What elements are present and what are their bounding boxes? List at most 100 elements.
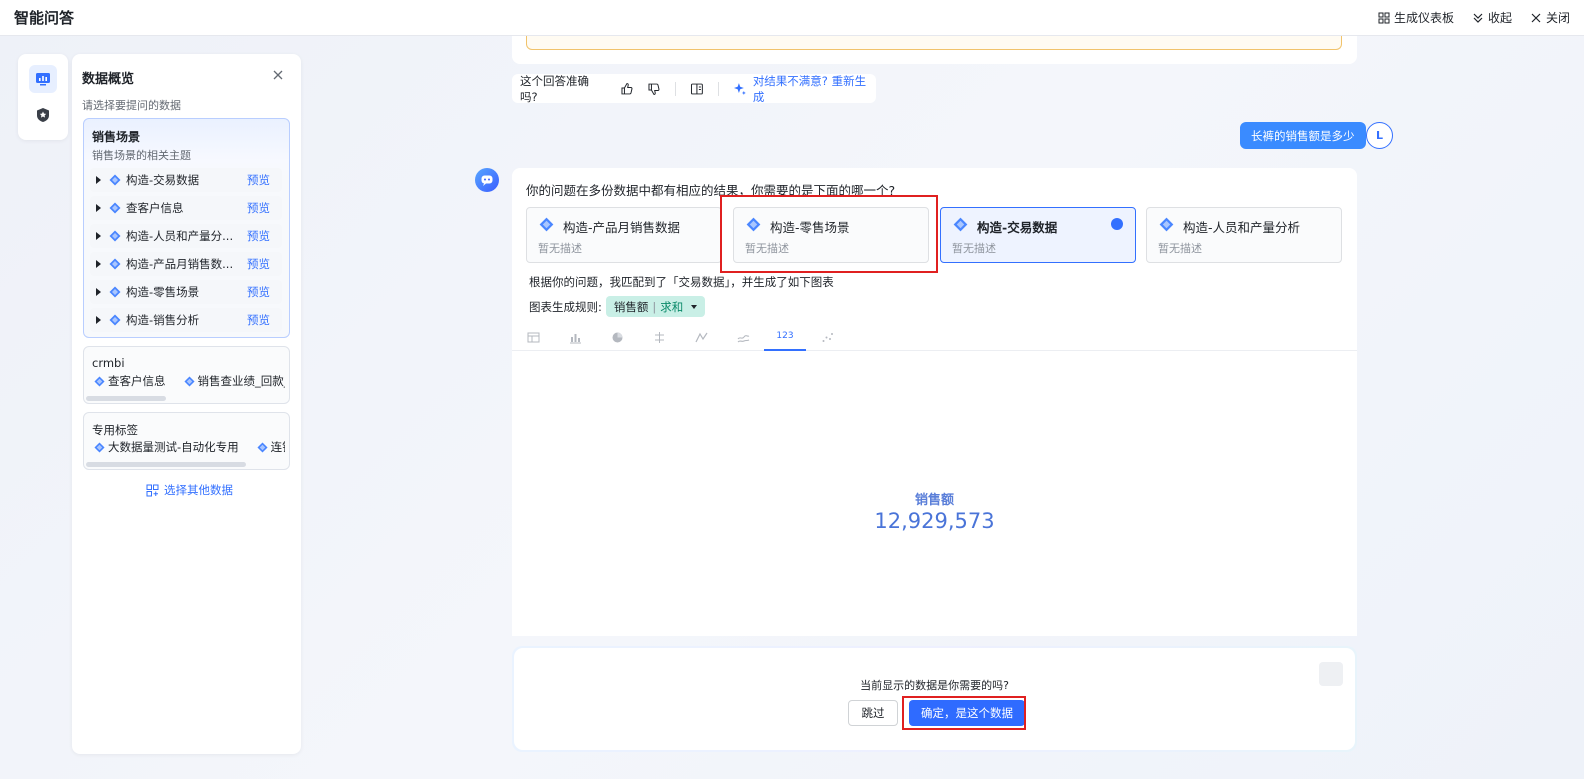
- dataset-item[interactable]: 构造-产品月销售数... 预览: [90, 252, 282, 276]
- horizontal-scrollbar[interactable]: [86, 396, 166, 401]
- confirm-question: 当前显示的数据是你需要的吗?: [860, 679, 1009, 692]
- app-title: 智能问答: [14, 9, 75, 27]
- tab-indicator[interactable]: 123: [764, 323, 806, 351]
- dataset-desc: 暂无描述: [538, 242, 582, 255]
- dataset-label: 构造-人员和产量分...: [126, 229, 234, 243]
- tab-area-chart[interactable]: [722, 323, 764, 351]
- dataset-item[interactable]: 构造-交易数据 预览: [90, 168, 282, 192]
- preview-link[interactable]: 预览: [247, 172, 270, 188]
- divider: [675, 81, 677, 96]
- feedback-bar: 这个回答准确吗? 对结果不满意? 重新生成: [512, 73, 876, 105]
- preview-link[interactable]: 预览: [247, 284, 270, 300]
- caret-right-icon[interactable]: [96, 316, 101, 324]
- dataset-icon: [257, 441, 268, 453]
- dataset-icon: [109, 230, 121, 242]
- avatar[interactable]: L: [1366, 122, 1393, 149]
- dataset-desc: 暂无描述: [952, 242, 996, 255]
- dataset-item[interactable]: 构造-人员和产量分... 预览: [90, 224, 282, 248]
- special-tags-group: 专用标签 大数据量测试-自动化专用 连锁: [83, 412, 290, 470]
- dataset-icon: [109, 202, 121, 214]
- caret-right-icon[interactable]: [96, 204, 101, 212]
- confirm-panel: 当前显示的数据是你需要的吗? 跳过 确定，是这个数据: [512, 646, 1357, 752]
- tab-pie-chart[interactable]: [596, 323, 638, 351]
- dataset-item[interactable]: 构造-销售分析 预览: [90, 308, 282, 332]
- dataset-desc: 暂无描述: [1158, 242, 1202, 255]
- thumbs-up-icon[interactable]: [620, 82, 634, 96]
- dashboard-icon: [1378, 12, 1390, 23]
- user-message-bubble: 长裤的销售额是多少: [1240, 122, 1366, 149]
- area-chart-icon: [737, 334, 749, 342]
- dataset-icon: [109, 174, 121, 186]
- tab-line-chart[interactable]: [680, 323, 722, 351]
- chart-type-tabs: 123: [512, 323, 1357, 351]
- collapse-label: 收起: [1487, 11, 1512, 25]
- top-bar: 智能问答 生成仪表板 收起 关闭: [0, 0, 1584, 36]
- dataset-label: 构造-销售分析: [126, 313, 200, 327]
- preview-link[interactable]: 预览: [247, 228, 270, 244]
- table-icon: [527, 332, 539, 342]
- grid-add-icon: [146, 484, 159, 496]
- dataset-item[interactable]: 构造-零售场景 预览: [90, 280, 282, 304]
- selected-check-icon: [1111, 218, 1123, 230]
- rail-data-overview-button[interactable]: [29, 65, 57, 93]
- previous-answer-inner: [526, 36, 1342, 50]
- dataset-chip[interactable]: 大数据量测试-自动化专用: [90, 438, 243, 456]
- rule-dropdown[interactable]: 销售额 | 求和: [605, 296, 706, 317]
- caret-right-icon[interactable]: [96, 232, 101, 240]
- close-button[interactable]: 关闭: [1530, 9, 1570, 26]
- chat-bot-icon: [481, 175, 493, 186]
- caret-right-icon[interactable]: [96, 288, 101, 296]
- generate-dashboard-button[interactable]: 生成仪表板: [1378, 9, 1454, 26]
- dataset-label: 查客户信息: [126, 201, 184, 215]
- close-icon[interactable]: [271, 68, 285, 82]
- collapse-button[interactable]: 收起: [1472, 9, 1512, 26]
- dataset-chip[interactable]: 连锁: [253, 438, 285, 456]
- dataset-option-card[interactable]: 构造-产品月销售数据 暂无描述: [526, 207, 722, 263]
- dataset-name: 构造-人员和产量分析: [1183, 220, 1301, 235]
- caret-right-icon[interactable]: [96, 260, 101, 268]
- close-label: 关闭: [1545, 11, 1570, 25]
- preview-link[interactable]: 预览: [247, 312, 270, 328]
- dataset-chip[interactable]: 销售查业绩_回款_目: [180, 372, 285, 390]
- confirm-box: 当前显示的数据是你需要的吗? 跳过 确定，是这个数据: [514, 648, 1355, 750]
- caret-right-icon[interactable]: [96, 176, 101, 184]
- dataset-label: 构造-交易数据: [126, 173, 200, 187]
- dataset-icon: [94, 375, 105, 387]
- confirm-dataset-button[interactable]: 确定，是这个数据: [909, 700, 1025, 726]
- dataset-icon: [183, 375, 195, 387]
- dataset-item[interactable]: 查客户信息 预览: [90, 196, 282, 220]
- data-overview-panel: 数据概览 请选择要提问的数据 销售场景 销售场景的相关主题 构造-交易数据 预览…: [72, 54, 301, 754]
- metric-label: 销售额: [914, 493, 954, 508]
- choose-other-data-link[interactable]: 选择其他数据: [146, 482, 233, 498]
- sparkle-icon: [733, 82, 746, 95]
- dataset-option-card[interactable]: 构造-人员和产量分析 暂无描述: [1146, 207, 1342, 263]
- rail-badge-button[interactable]: [29, 101, 57, 129]
- match-text: 根据你的问题，我匹配到了「交易数据」，并生成了如下图表: [529, 275, 834, 289]
- skip-button[interactable]: 跳过: [848, 700, 898, 726]
- dataset-icon: [1159, 217, 1174, 232]
- dataset-name: 构造-交易数据: [977, 220, 1058, 235]
- dataset-option-card-selected[interactable]: 构造-交易数据 暂无描述: [940, 207, 1136, 263]
- tab-bar-chart[interactable]: [554, 323, 596, 351]
- horizontal-scrollbar[interactable]: [86, 462, 246, 467]
- dataset-option-card[interactable]: 构造-零售场景 暂无描述: [733, 207, 929, 263]
- rule-separator: |: [652, 299, 657, 314]
- thumbs-down-icon[interactable]: [647, 82, 661, 96]
- divider: [718, 81, 719, 96]
- panel-subtitle: 请选择要提问的数据: [82, 99, 181, 112]
- preview-link[interactable]: 预览: [247, 256, 270, 272]
- compare-icon[interactable]: [690, 82, 704, 96]
- dataset-label: 构造-产品月销售数...: [126, 257, 234, 271]
- choose-other-label: 选择其他数据: [164, 483, 233, 497]
- tab-more[interactable]: [806, 323, 848, 351]
- sales-scenario-group: 销售场景 销售场景的相关主题 构造-交易数据 预览 查客户信息 预览 构造-人员…: [83, 118, 290, 338]
- regenerate-button[interactable]: 对结果不满意? 重新生成: [733, 73, 876, 105]
- tab-scatter[interactable]: [638, 323, 680, 351]
- tab-table[interactable]: [512, 323, 554, 351]
- dataset-icon: [109, 314, 121, 326]
- preview-link[interactable]: 预览: [247, 200, 270, 216]
- group-title: 销售场景: [92, 130, 141, 144]
- crmbi-group: crmbi 查客户信息 销售查业绩_回款_目: [83, 346, 290, 404]
- dataset-chip[interactable]: 查客户信息: [90, 372, 170, 390]
- top-actions: 生成仪表板 收起 关闭: [1378, 9, 1570, 26]
